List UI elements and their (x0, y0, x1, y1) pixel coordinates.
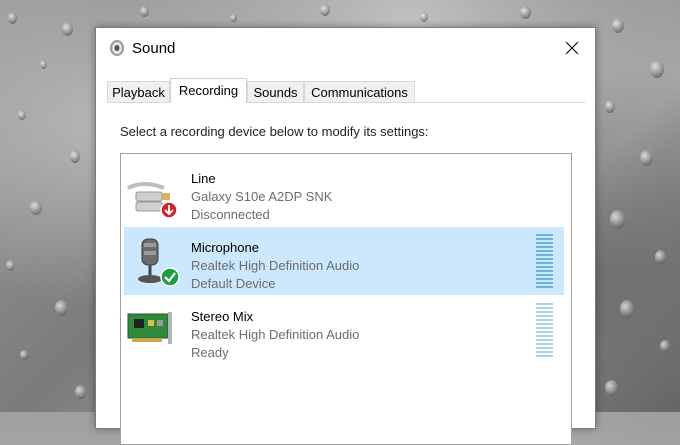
raindrop (30, 200, 42, 215)
speaker-icon (110, 40, 124, 56)
level-meter (536, 303, 556, 359)
device-name: Line (191, 171, 216, 186)
raindrop (655, 250, 666, 264)
raindrop (660, 340, 670, 352)
device-status: Default Device (191, 276, 276, 291)
device-item-stereo-mix[interactable]: Stereo Mix Realtek High Definition Audio… (124, 296, 564, 364)
raindrop (230, 14, 237, 22)
device-description: Realtek High Definition Audio (191, 327, 360, 342)
level-meter (536, 234, 556, 290)
title-bar[interactable]: Sound (96, 28, 595, 68)
raindrop (8, 12, 17, 24)
tab-recording[interactable]: Recording (170, 78, 247, 103)
device-name: Microphone (191, 240, 259, 255)
raindrop (18, 110, 26, 120)
raindrop (140, 6, 149, 17)
raindrop (75, 385, 86, 399)
tab-communications[interactable]: Communications (304, 81, 415, 102)
microphone-icon (138, 238, 180, 287)
raindrop (320, 4, 330, 16)
sound-card-icon (127, 312, 172, 344)
raindrop (70, 150, 80, 163)
raindrop (650, 60, 664, 78)
raindrop (520, 6, 531, 19)
device-status: Ready (191, 345, 229, 360)
raindrop (610, 210, 625, 229)
raindrop (6, 260, 15, 271)
sound-dialog: Sound Playback Recording Sounds Communic… (95, 27, 596, 445)
default-device-check-icon (160, 267, 180, 287)
raindrop (55, 300, 68, 316)
device-description: Realtek High Definition Audio (191, 258, 360, 273)
device-description: Galaxy S10e A2DP SNK (191, 189, 333, 204)
raindrop (620, 300, 634, 318)
recording-device-list[interactable]: Line Galaxy S10e A2DP SNK Disconnected M… (120, 153, 572, 445)
tab-sounds[interactable]: Sounds (247, 81, 304, 102)
device-status: Disconnected (191, 207, 270, 222)
close-icon (565, 41, 579, 55)
window-title: Sound (132, 40, 176, 57)
device-name: Stereo Mix (191, 309, 254, 324)
raindrop (605, 380, 618, 396)
device-item-line[interactable]: Line Galaxy S10e A2DP SNK Disconnected (124, 158, 564, 226)
line-in-icon (127, 182, 178, 219)
raindrop (605, 100, 615, 113)
close-button[interactable] (549, 28, 595, 68)
raindrop (20, 350, 28, 360)
instruction-text: Select a recording device below to modif… (120, 124, 429, 139)
raindrop (640, 150, 653, 166)
raindrop (40, 60, 47, 69)
raindrop (612, 18, 624, 33)
raindrop (62, 22, 73, 36)
tab-playback[interactable]: Playback (107, 81, 170, 102)
device-item-microphone[interactable]: Microphone Realtek High Definition Audio… (124, 227, 564, 295)
raindrop (420, 12, 428, 22)
